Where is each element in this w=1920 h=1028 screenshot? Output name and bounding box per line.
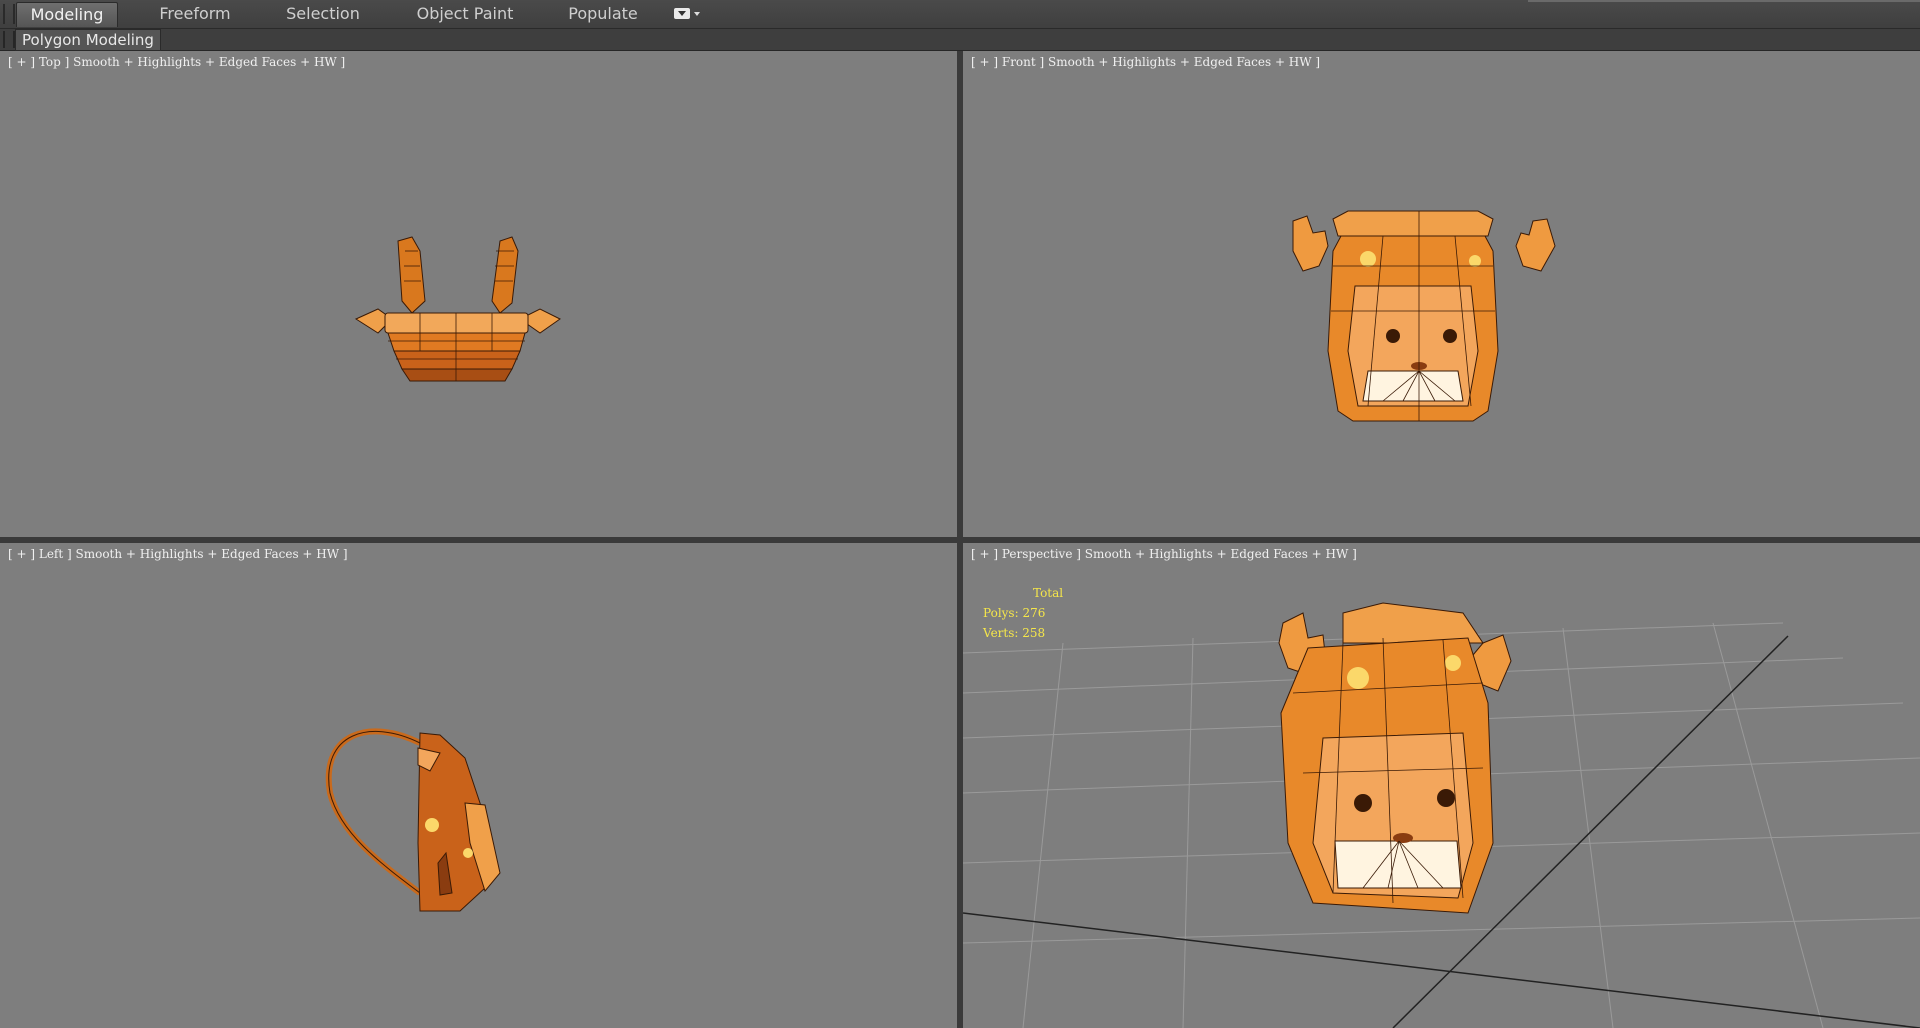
backpack-top-view xyxy=(354,236,561,382)
tab-freeform[interactable]: Freeform xyxy=(145,2,245,26)
ribbon-divider xyxy=(1528,0,1920,2)
backpack-front-view xyxy=(1292,210,1556,422)
panel-grip-handle[interactable] xyxy=(3,31,15,48)
ribbon-panel-bar: Polygon Modeling xyxy=(0,29,1920,51)
ribbon-bar: Modeling Freeform Selection Object Paint… xyxy=(0,0,1920,29)
viewport-top[interactable]: [ + ] Top ] Smooth + Highlights + Edged … xyxy=(0,51,957,537)
backpack-left-view xyxy=(325,728,501,912)
perspective-scene xyxy=(963,602,1920,1028)
viewport-front[interactable]: [ + ] Front ] Smooth + Highlights + Edge… xyxy=(963,51,1920,537)
tab-selection[interactable]: Selection xyxy=(273,2,373,26)
tab-object-paint[interactable]: Object Paint xyxy=(405,2,525,26)
tab-populate[interactable]: Populate xyxy=(553,2,653,26)
ribbon-grip-handle[interactable] xyxy=(3,4,15,24)
viewport-perspective[interactable]: [ + ] Perspective ] Smooth + Highlights … xyxy=(963,543,1920,1028)
backpack-perspective-view xyxy=(1278,602,1512,914)
ribbon-options-icon[interactable] xyxy=(674,8,690,19)
dropdown-arrow-icon[interactable] xyxy=(694,12,700,16)
polygon-modeling-button[interactable]: Polygon Modeling xyxy=(15,29,161,51)
viewport-left[interactable]: [ + ] Left ] Smooth + Highlights + Edged… xyxy=(0,543,957,1028)
tab-modeling[interactable]: Modeling xyxy=(16,2,118,27)
